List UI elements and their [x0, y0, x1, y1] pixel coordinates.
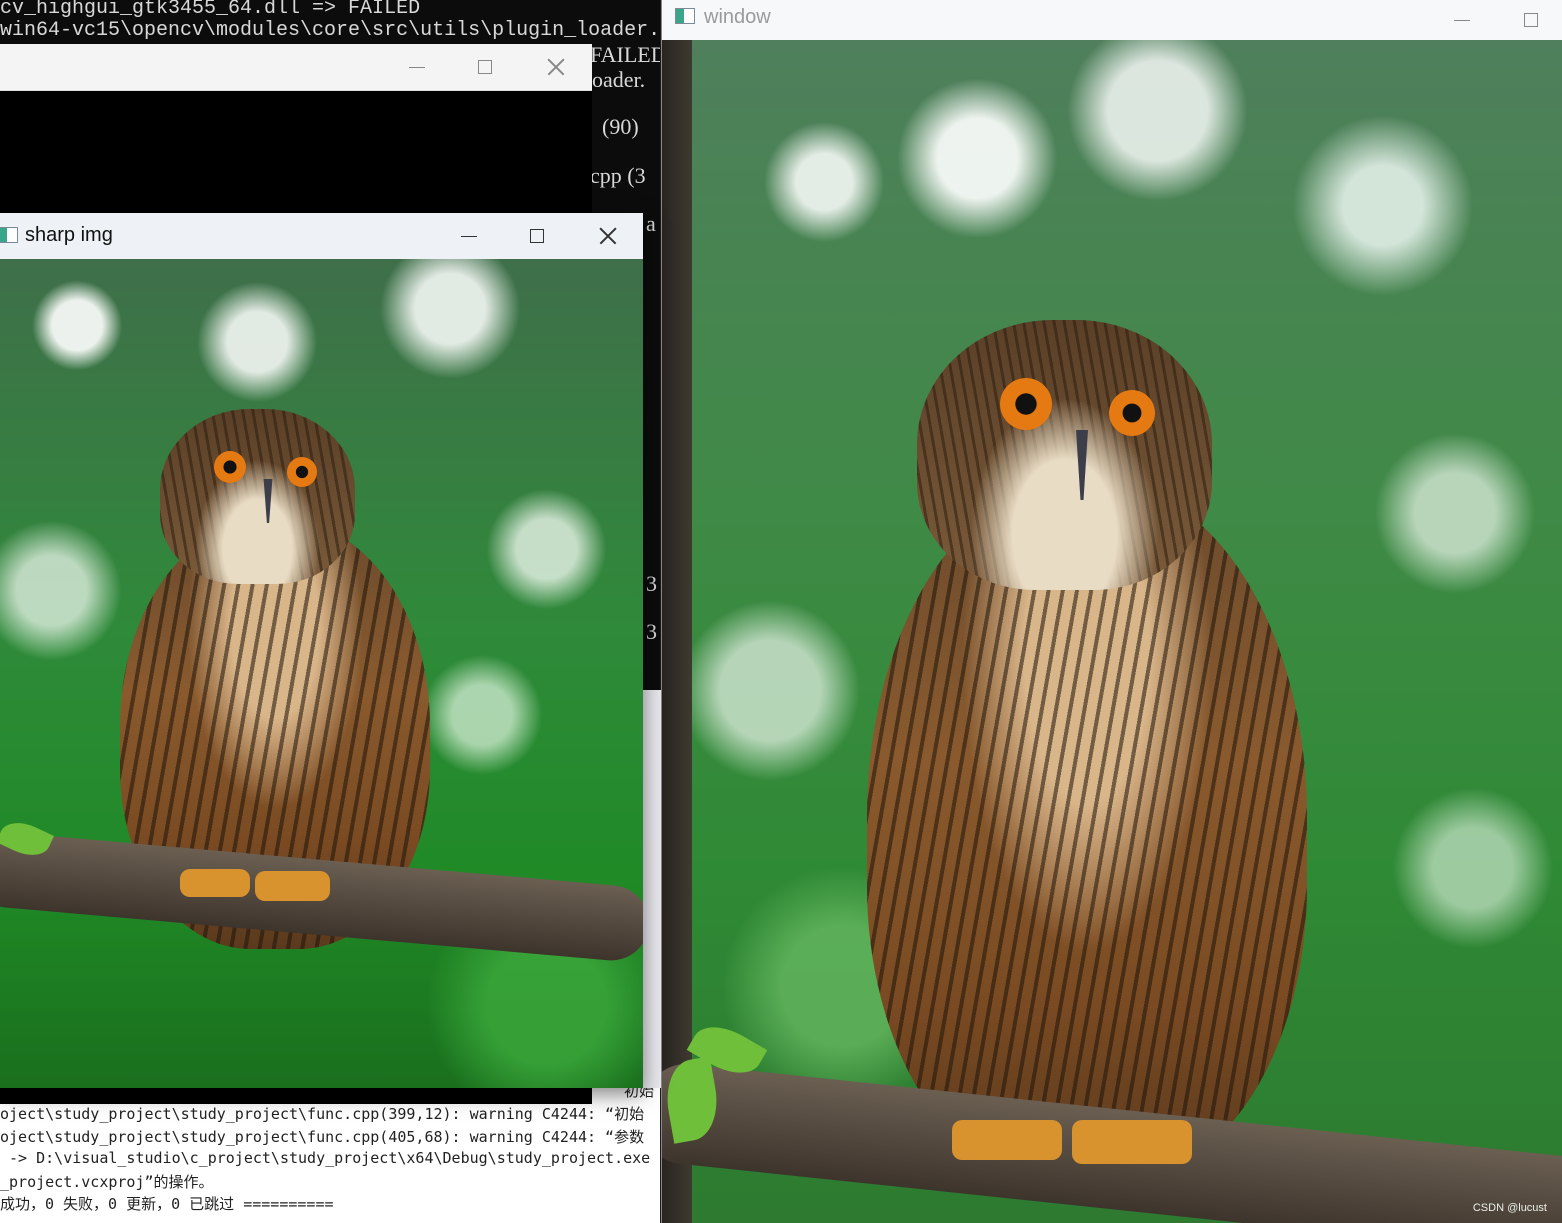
sharp-owl-image [0, 259, 643, 1088]
window-title: window [704, 6, 771, 28]
sharp-window-title: sharp img [25, 224, 113, 246]
output-line: oject\study_project\study_project\func.c… [0, 1128, 645, 1146]
owl-head [160, 409, 355, 584]
output-pane: 初始 oject\study_project\study_project\fun… [0, 1088, 660, 1223]
owl-image: CSDN @lucust [662, 40, 1562, 1223]
console-fragment: 3 [646, 571, 657, 596]
owl-eye-icon [1109, 390, 1155, 436]
close-button[interactable] [539, 52, 573, 82]
output-line: -> D:\visual_studio\c_project\study_proj… [0, 1149, 651, 1167]
owl-eye-icon [1000, 378, 1052, 430]
console-fragment: cpp (3 [590, 163, 646, 188]
minimize-button[interactable] [1445, 5, 1479, 35]
owl-eye-icon [287, 457, 317, 487]
minimize-button[interactable] [400, 52, 434, 82]
console-line: win64-vc15\opencv\modules\core\src\utils… [0, 19, 660, 42]
window-titlebar[interactable]: window [662, 0, 1562, 40]
sharp-window-titlebar[interactable]: sharp img [0, 213, 643, 259]
owl-eye-icon [214, 451, 246, 483]
console-fragment: a [646, 211, 656, 236]
console-fragment: (90) [602, 114, 639, 139]
output-line: _project.vcxproj”的操作。 [0, 1173, 214, 1191]
owl-talon [952, 1120, 1062, 1160]
opencv-window-icon [675, 8, 695, 24]
output-line: oject\study_project\study_project\func.c… [0, 1105, 645, 1123]
output-line: 初始 [624, 1088, 655, 1100]
owl-talon [180, 869, 250, 897]
maximize-button[interactable] [1514, 5, 1548, 35]
close-button[interactable] [591, 221, 625, 251]
owl-head [917, 320, 1212, 590]
opencv-window-icon [0, 227, 18, 243]
maximize-button[interactable] [520, 221, 554, 251]
console-line: cv_highgui_gtk3455_64.dll => FAILED [0, 0, 421, 20]
owl-talon [1072, 1120, 1192, 1164]
ide-panel-strip [643, 690, 661, 1088]
console-fragment: FAILED [590, 42, 660, 67]
dark-window-titlebar[interactable] [0, 44, 592, 91]
watermark: CSDN @lucust [1472, 1202, 1547, 1214]
minimize-button[interactable] [452, 221, 486, 251]
console-fragment: oader. [592, 67, 646, 92]
window-window: window CSDN @lucust [661, 0, 1562, 1223]
output-line: 成功，0 失败，0 更新，0 已跳过 ========== [0, 1195, 334, 1213]
sharp-img-window: sharp img [0, 213, 643, 1088]
console-fragment: 3 [646, 619, 657, 644]
tree-trunk [662, 40, 692, 1223]
maximize-button[interactable] [468, 52, 502, 82]
owl-talon [255, 871, 330, 901]
